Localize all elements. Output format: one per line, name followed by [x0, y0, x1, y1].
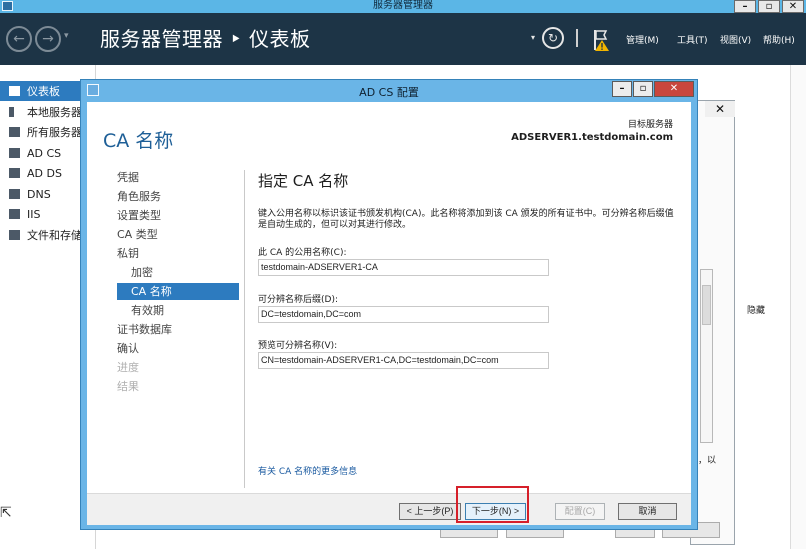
server-icon [9, 107, 14, 117]
dn-suffix-label: 可分辨名称后缀(D): [258, 295, 338, 305]
iis-icon [9, 209, 20, 219]
preview-dn-label: 预览可分辨名称(V): [258, 341, 338, 351]
step-progress: 进度 [117, 361, 139, 374]
ad-cs-config-dialog: AD CS 配置 – ▫ ✕ CA 名称 目标服务器 ADSERVER1.tes… [80, 79, 698, 530]
more-info-link[interactable]: 有关 CA 名称的更多信息 [258, 464, 357, 477]
step-cryptography[interactable]: 加密 [131, 264, 153, 281]
step-credentials[interactable]: 凭据 [117, 169, 139, 186]
refresh-dropdown-icon[interactable]: ▾ [531, 33, 535, 42]
forward-arrow-icon[interactable]: → [35, 26, 61, 52]
close-button[interactable]: ✕ [782, 0, 804, 13]
step-results: 结果 [117, 380, 139, 393]
sidebar-item-label: 文件和存储 [27, 229, 82, 242]
dn-suffix-input[interactable]: DC=testdomain,DC=com [258, 306, 549, 323]
destination-server-name: ADSERVER1.testdomain.com [511, 132, 673, 143]
history-dropdown-icon[interactable]: ▾ [64, 31, 69, 41]
header-separator [576, 29, 578, 47]
dialog-titlebar[interactable]: AD CS 配置 – ▫ ✕ [81, 80, 697, 101]
scrollbar-thumb[interactable] [702, 285, 711, 325]
dialog-minimize-button[interactable]: – [612, 81, 632, 97]
steps-divider [244, 170, 245, 488]
page-title: CA 名称 [103, 130, 174, 152]
server-manager-header: ← → ▾ 服务器管理器 ‣ 仪表板 ▾ ↻ 管理(M) 工具(T) 视图(V)… [0, 13, 806, 65]
menu-help[interactable]: 帮助(H) [763, 33, 795, 46]
sidebar-item-label: IIS [27, 207, 41, 221]
configure-button: 配置(C) [555, 503, 605, 520]
step-ca-type[interactable]: CA 类型 [117, 226, 158, 243]
section-description: 键入公用名称以标识该证书颁发机构(CA)。此名称将添加到该 CA 颁发的所有证书… [258, 209, 674, 230]
file-storage-icon [9, 230, 20, 240]
sidebar-item-label: 所有服务器 [27, 126, 82, 139]
step-confirmation[interactable]: 确认 [117, 340, 139, 357]
servers-icon [9, 127, 20, 137]
sidebar-item-label: 本地服务器 [27, 106, 82, 119]
menu-manage[interactable]: 管理(M) [626, 33, 659, 46]
cancel-button[interactable]: 取消 [618, 503, 677, 520]
back-arrow-icon[interactable]: ← [6, 26, 32, 52]
dialog-title: AD CS 配置 [359, 86, 419, 99]
dns-icon [9, 189, 20, 199]
certificate-services-icon [9, 148, 20, 158]
common-name-input[interactable]: testdomain-ADSERVER1-CA [258, 259, 549, 276]
next-button-highlight [456, 486, 529, 523]
step-certificate-database[interactable]: 证书数据库 [117, 321, 172, 338]
background-dialog-close-icon[interactable]: ✕ [705, 101, 735, 117]
dialog-footer: < 上一步(P) 下一步(N) > 配置(C) 取消 [87, 493, 691, 525]
step-validity-period[interactable]: 有效期 [131, 302, 164, 319]
breadcrumb: 服务器管理器 ‣ 仪表板 [100, 27, 311, 51]
menu-view[interactable]: 视图(V) [720, 33, 751, 46]
maximize-button[interactable]: ▫ [758, 0, 780, 13]
mouse-pointer-icon: ⇱ [0, 505, 12, 521]
directory-services-icon [9, 168, 20, 178]
sidebar-item-label: DNS [27, 187, 51, 201]
background-trailing-text: ，以 [698, 456, 717, 466]
step-setup-type[interactable]: 设置类型 [117, 207, 161, 224]
background-dialog-scrollbar[interactable] [700, 269, 713, 443]
sidebar-item-label: AD DS [27, 166, 62, 180]
dialog-maximize-button[interactable]: ▫ [633, 81, 653, 97]
server-manager-window-title: 服务器管理器 [373, 0, 433, 11]
dashboard-grid-icon [9, 86, 20, 96]
back-button[interactable]: < 上一步(P) [399, 503, 461, 520]
preview-dn-field[interactable]: CN=testdomain-ADSERVER1-CA,DC=testdomain… [258, 352, 549, 369]
server-manager-right-scroll-area [790, 65, 806, 549]
server-manager-titlebar: 服务器管理器 – ▫ ✕ [0, 0, 806, 13]
section-title: 指定 CA 名称 [258, 172, 349, 190]
notification-flag-icon[interactable] [593, 29, 609, 51]
common-name-label: 此 CA 的公用名称(C): [258, 248, 347, 258]
destination-server-label: 目标服务器 [627, 120, 673, 130]
sidebar-item-label: AD CS [27, 146, 62, 160]
menu-tools[interactable]: 工具(T) [677, 33, 708, 46]
step-ca-name[interactable]: CA 名称 [117, 283, 239, 300]
dialog-close-button[interactable]: ✕ [654, 81, 694, 97]
hide-link[interactable]: 隐藏 [747, 303, 765, 316]
step-private-key[interactable]: 私钥 [117, 245, 139, 262]
minimize-button[interactable]: – [734, 0, 756, 13]
sidebar-item-label: 仪表板 [27, 85, 60, 98]
dialog-client-area: CA 名称 目标服务器 ADSERVER1.testdomain.com 凭据 … [87, 102, 691, 525]
step-role-services[interactable]: 角色服务 [117, 188, 161, 205]
refresh-icon[interactable]: ↻ [542, 27, 564, 49]
